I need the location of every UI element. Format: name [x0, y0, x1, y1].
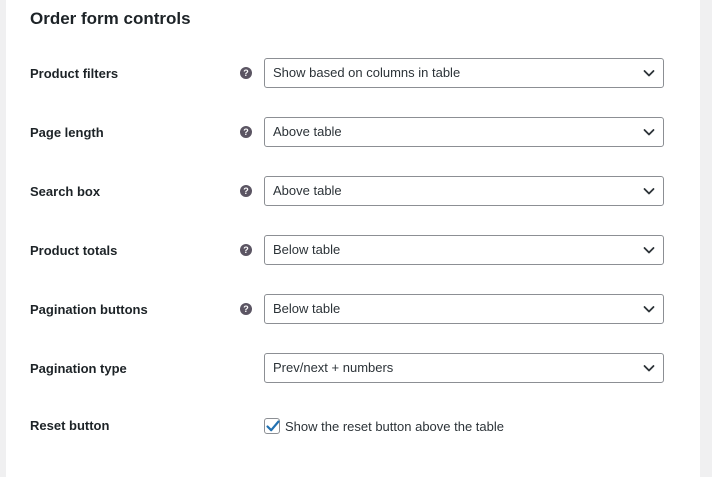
product-filters-label: Product filters — [30, 66, 119, 81]
pagination-buttons-label: Pagination buttons — [30, 302, 148, 317]
product-totals-help-icon[interactable]: ? — [240, 244, 252, 256]
page-length-value: Above table — [273, 124, 342, 139]
reset-button-checkbox-label: Show the reset button above the table — [285, 418, 504, 434]
product-filters-select[interactable]: Show based on columns in table — [264, 58, 664, 88]
chevron-down-icon — [643, 365, 655, 372]
pagination-type-value: Prev/next + numbers — [273, 360, 394, 375]
field-row-search-box: Search box ? Above table — [6, 176, 700, 208]
pagination-buttons-help-icon[interactable]: ? — [240, 303, 252, 315]
search-box-value: Above table — [273, 183, 342, 198]
pagination-type-select[interactable]: Prev/next + numbers — [264, 353, 664, 383]
page-length-help-icon[interactable]: ? — [240, 126, 252, 138]
field-row-reset-button: Reset button Show the reset button above… — [6, 410, 700, 442]
product-totals-value: Below table — [273, 242, 341, 257]
pagination-buttons-value: Below table — [273, 301, 341, 316]
page-length-label: Page length — [30, 125, 104, 140]
reset-button-checkbox-control[interactable]: Show the reset button above the table — [264, 410, 504, 442]
product-filters-value: Show based on columns in table — [273, 65, 461, 80]
page-length-select[interactable]: Above table — [264, 117, 664, 147]
checkmark-icon — [266, 420, 280, 432]
product-totals-select[interactable]: Below table — [264, 235, 664, 265]
product-totals-label: Product totals — [30, 243, 118, 258]
field-row-pagination-type: Pagination type Prev/next + numbers — [6, 353, 700, 385]
reset-button-label: Reset button — [30, 418, 110, 433]
product-filters-help-icon[interactable]: ? — [240, 67, 252, 79]
field-row-pagination-buttons: Pagination buttons ? Below table — [6, 294, 700, 326]
pagination-type-label: Pagination type — [30, 361, 127, 376]
field-row-product-filters: Product filters ? Show based on columns … — [6, 58, 700, 90]
section-title: Order form controls — [30, 9, 191, 28]
chevron-down-icon — [643, 247, 655, 254]
chevron-down-icon — [643, 188, 655, 195]
field-row-product-totals: Product totals ? Below table — [6, 235, 700, 267]
search-box-label: Search box — [30, 184, 101, 199]
search-box-select[interactable]: Above table — [264, 176, 664, 206]
chevron-down-icon — [643, 70, 655, 77]
settings-panel: Order form controls Product filters ? Sh… — [6, 0, 700, 477]
chevron-down-icon — [643, 306, 655, 313]
pagination-buttons-select[interactable]: Below table — [264, 294, 664, 324]
chevron-down-icon — [643, 129, 655, 136]
search-box-help-icon[interactable]: ? — [240, 185, 252, 197]
field-row-page-length: Page length ? Above table — [6, 117, 700, 149]
reset-button-checkbox[interactable] — [264, 418, 280, 434]
